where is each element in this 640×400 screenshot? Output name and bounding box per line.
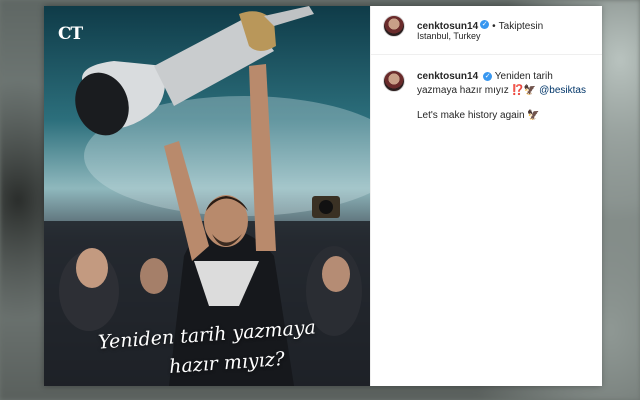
avatar[interactable]	[383, 70, 405, 92]
post-location[interactable]: Istanbul, Turkey	[417, 31, 481, 41]
instagram-post: CT Yeniden tarih yazmaya hazır mıyız? ce…	[44, 6, 602, 386]
caption-translation: Let's make history again 🦅	[417, 110, 540, 121]
brand-logo: CT	[58, 24, 83, 44]
follow-status-button[interactable]: Takiptesin	[499, 21, 543, 32]
post-photo: CT Yeniden tarih yazmaya hazır mıyız?	[44, 6, 370, 386]
post-header: cenktosun14 ✓ • Takiptesin Istanbul, Turkey	[371, 6, 602, 55]
verified-badge-icon: ✓	[483, 71, 493, 81]
mention-link[interactable]: @besiktas	[539, 85, 586, 96]
verified-badge-icon: ✓	[480, 20, 490, 30]
caption-username[interactable]: cenktosun14	[417, 71, 478, 82]
caption-body: cenktosun14 ✓ Yeniden tarih yazmaya hazır…	[417, 70, 592, 98]
separator-dot: •	[492, 21, 496, 32]
post-sidebar: cenktosun14 ✓ • Takiptesin Istanbul, Turkey…	[370, 6, 602, 386]
avatar[interactable]	[383, 15, 405, 37]
